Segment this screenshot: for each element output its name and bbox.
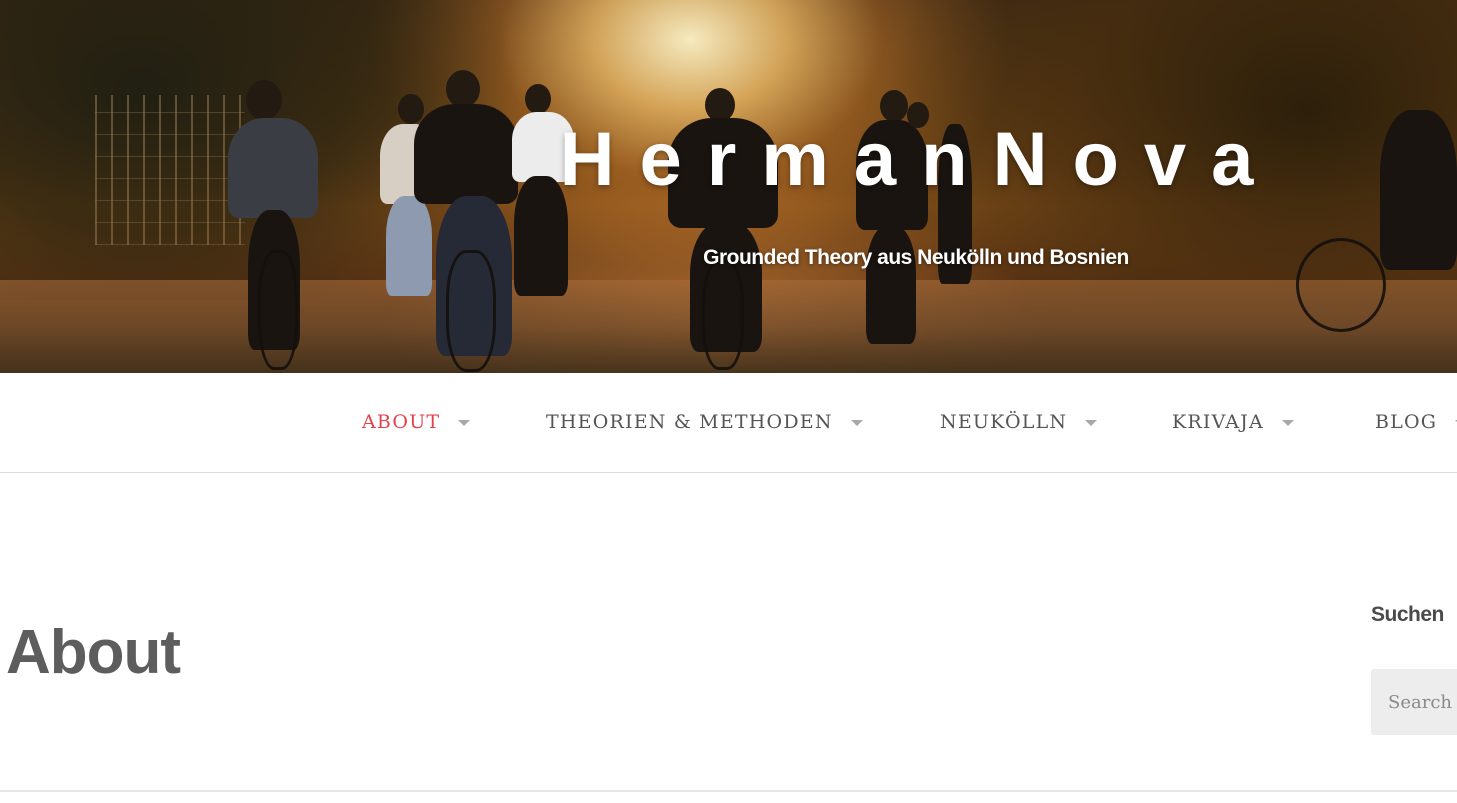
nav-item-theorien-methoden[interactable]: THEORIEN & METHODEN	[546, 407, 863, 437]
nav-item-blog[interactable]: BLOG	[1375, 407, 1457, 437]
search-input[interactable]	[1371, 669, 1457, 735]
caret-down-icon[interactable]	[1085, 420, 1098, 426]
nav-item-label: BLOG	[1375, 411, 1438, 433]
nav-item-krivaja[interactable]: KRIVAJA	[1172, 407, 1294, 437]
search-widget-title: Suchen	[1371, 603, 1444, 626]
nav-item-neukoelln[interactable]: NEUKÖLLN	[940, 407, 1098, 437]
nav-item-about[interactable]: ABOUT	[362, 407, 471, 437]
caret-down-icon[interactable]	[850, 420, 863, 426]
primary-navigation: ABOUT THEORIEN & METHODEN NEUKÖLLN KRIVA…	[0, 373, 1457, 473]
nav-item-label: ABOUT	[362, 411, 441, 433]
content-divider	[0, 790, 1457, 792]
nav-item-label: KRIVAJA	[1172, 411, 1264, 433]
nav-item-label: NEUKÖLLN	[940, 411, 1068, 433]
header-hero-image: HermanNova Grounded Theory aus Neukölln …	[0, 0, 1457, 373]
site-tagline: Grounded Theory aus Neukölln und Bosnien	[703, 246, 1129, 269]
caret-down-icon[interactable]	[1281, 420, 1294, 426]
nav-item-label: THEORIEN & METHODEN	[546, 411, 833, 433]
caret-down-icon[interactable]	[458, 420, 471, 426]
site-title[interactable]: HermanNova	[0, 122, 1457, 198]
page-title: About	[6, 618, 181, 687]
